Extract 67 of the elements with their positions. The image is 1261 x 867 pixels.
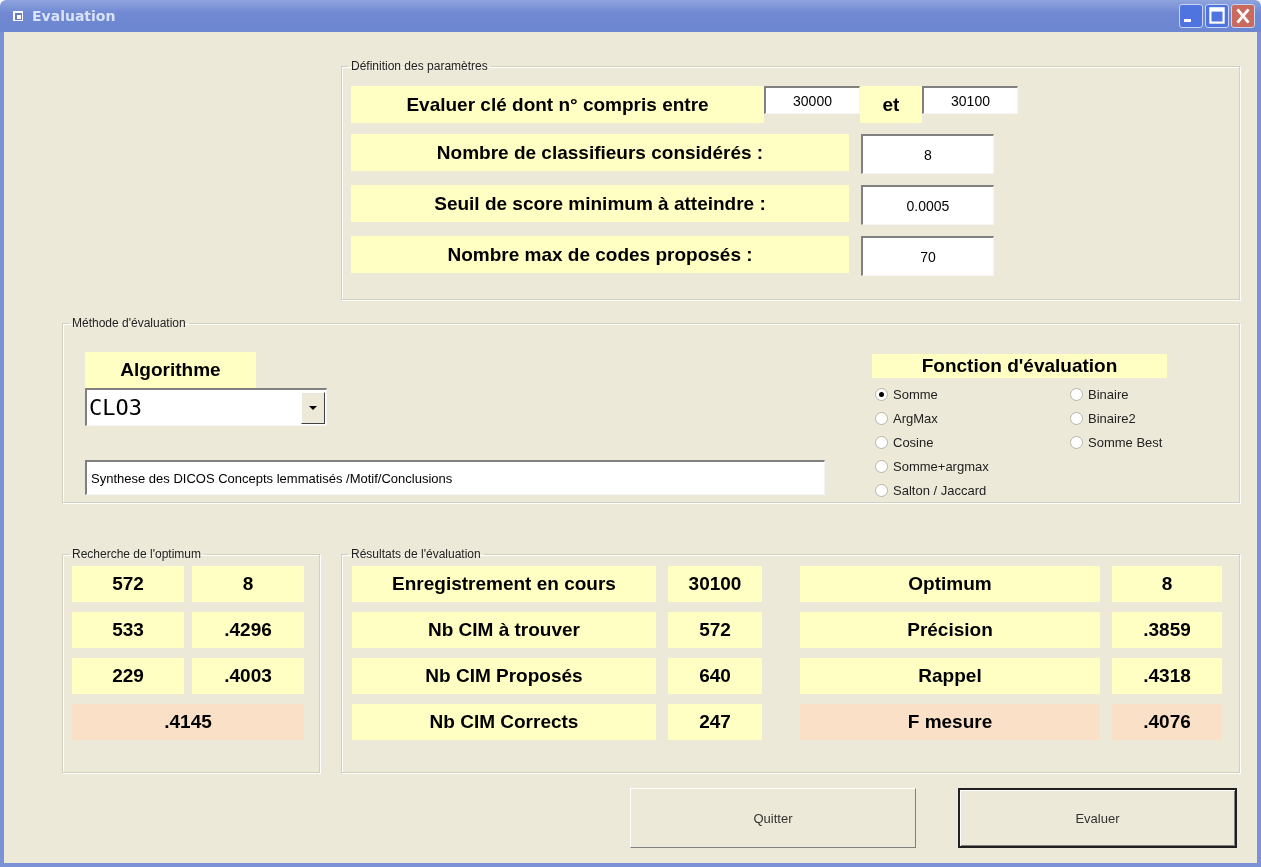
radio-button[interactable]: [875, 483, 888, 497]
result-label: Enregistrement en cours: [352, 566, 656, 602]
minimize-button[interactable]: [1179, 4, 1203, 28]
radio-label[interactable]: Somme: [893, 386, 938, 402]
value-cell: 572: [668, 612, 762, 648]
caret-icon: [309, 405, 317, 410]
result-label: Précision: [800, 612, 1100, 648]
value-cell: .3859: [1112, 612, 1222, 648]
value-cell: .4296: [192, 612, 304, 648]
minimize-icon: [1184, 19, 1191, 22]
total-cell: .4145: [72, 704, 304, 740]
text-field[interactable]: 8: [861, 134, 994, 174]
value-cell: 8: [1112, 566, 1222, 602]
group-title: Méthode d'évaluation: [71, 316, 187, 330]
text-field[interactable]: 0.0005: [861, 185, 994, 225]
maximize-button[interactable]: [1205, 4, 1229, 28]
result-label: Nb CIM à trouver: [352, 612, 656, 648]
group-title: Définition des paramètres: [350, 59, 489, 73]
dialog-button[interactable]: Evaluer: [958, 788, 1237, 848]
algorithm-label: Algorithme: [85, 352, 256, 388]
result-label: Rappel: [800, 658, 1100, 694]
text-field[interactable]: 70: [861, 236, 994, 276]
value-cell: 8: [192, 566, 304, 602]
group-title: Résultats de l'évaluation: [350, 547, 482, 561]
radio-label[interactable]: Somme Best: [1088, 434, 1163, 450]
value-cell: .4003: [192, 658, 304, 694]
range-joiner: et: [860, 86, 922, 123]
result-label: F mesure: [800, 704, 1100, 740]
radio-button[interactable]: [875, 459, 888, 473]
radio-label[interactable]: Cosine: [893, 434, 934, 450]
radio-button[interactable]: [875, 435, 888, 449]
group-title: Recherche de l'optimum: [71, 547, 203, 561]
parameter-label: Nombre max de codes proposés :: [351, 236, 849, 273]
radio-button[interactable]: [1070, 435, 1083, 449]
dialog-button[interactable]: Quitter: [630, 788, 916, 848]
function-label: Fonction d'évaluation: [872, 354, 1167, 378]
radio-button[interactable]: [1070, 387, 1083, 401]
maximize-icon: [1206, 5, 1228, 27]
parameter-label: Seuil de score minimum à atteindre :: [351, 185, 849, 222]
text-field[interactable]: 30100: [922, 86, 1018, 114]
value-cell: .4076: [1112, 704, 1222, 740]
radio-label[interactable]: Binaire2: [1088, 410, 1136, 426]
radio-button[interactable]: [875, 411, 888, 425]
algorithm-dropdown[interactable]: CLO3: [85, 388, 327, 426]
close-button[interactable]: [1231, 4, 1255, 28]
radio-label[interactable]: Somme+argmax: [893, 458, 989, 474]
window-icon: [12, 10, 24, 22]
text-field[interactable]: Synthese des DICOS Concepts lemmatisés /Motif/Conclusions: [85, 460, 825, 495]
value-cell: 533: [72, 612, 184, 648]
value-cell: 572: [72, 566, 184, 602]
value-cell: 229: [72, 658, 184, 694]
radio-label[interactable]: Salton / Jaccard: [893, 482, 987, 498]
window-title: Evaluation: [32, 8, 116, 24]
result-label: Nb CIM Corrects: [352, 704, 656, 740]
result-label: Nb CIM Proposés: [352, 658, 656, 694]
value-cell: .4318: [1112, 658, 1222, 694]
value-cell: 640: [668, 658, 762, 694]
radio-button[interactable]: [1070, 411, 1083, 425]
radio-label[interactable]: ArgMax: [893, 410, 938, 426]
value-cell: 30100: [668, 566, 762, 602]
text-field[interactable]: 30000: [764, 86, 860, 114]
range-label: Evaluer clé dont n° compris entre: [351, 86, 764, 123]
value-cell: 247: [668, 704, 762, 740]
parameter-label: Nombre de classifieurs considérés :: [351, 134, 849, 171]
radio-button[interactable]: [875, 387, 888, 401]
result-label: Optimum: [800, 566, 1100, 602]
radio-label[interactable]: Binaire: [1088, 386, 1129, 402]
